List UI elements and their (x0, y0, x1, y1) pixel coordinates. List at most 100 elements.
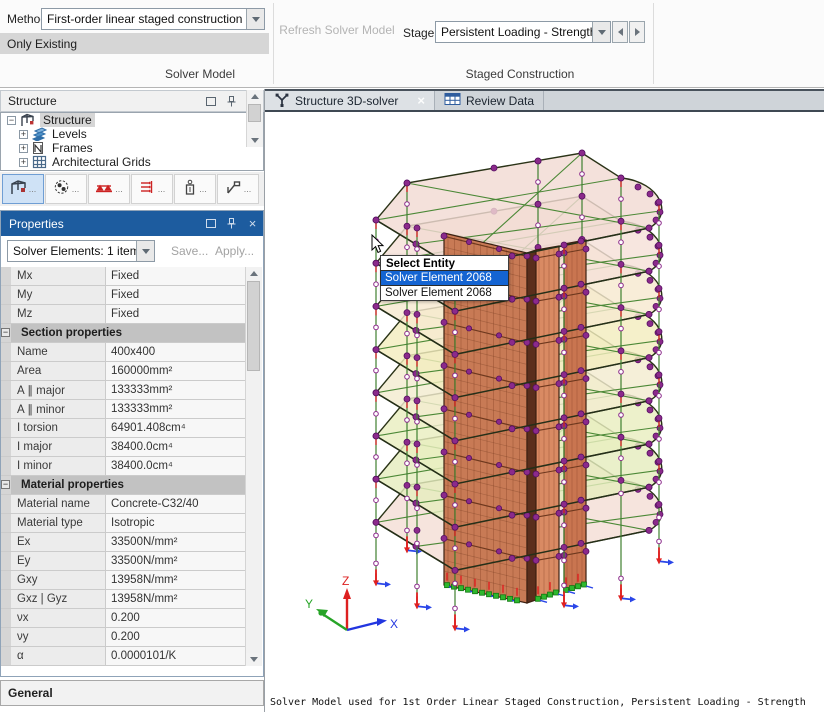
collapse-icon[interactable]: − (7, 116, 16, 125)
toolbar-button-slab-circle[interactable]: ... (45, 174, 87, 204)
stage-previous-button[interactable] (612, 21, 628, 43)
stage-dropdown-arrow[interactable] (592, 22, 610, 42)
save-button[interactable]: Save... (171, 244, 208, 258)
scroll-down-icon[interactable] (247, 134, 262, 147)
properties-table: MxFixedMyFixedMzFixed−Section properties… (1, 267, 247, 666)
property-group-label: Material properties (11, 476, 247, 494)
toolbar-button-loads[interactable]: ... (131, 174, 173, 204)
general-section-header[interactable]: General (0, 680, 264, 706)
tab-review-data[interactable]: Review Data (435, 91, 544, 110)
collapse-icon[interactable]: − (1, 480, 10, 489)
row-margin (1, 590, 11, 608)
property-label: Gxz | Gyz (11, 590, 106, 608)
property-row-i-torsion: I torsion64901.408cm⁴ (1, 419, 247, 438)
levels-icon (32, 127, 48, 141)
scrollbar-thumb[interactable] (247, 281, 260, 371)
property-label: Name (11, 343, 106, 361)
tree-item-architectural-grids[interactable]: +Architectural Grids (1, 155, 263, 169)
tooltip-option[interactable]: Solver Element 2068 (381, 285, 508, 300)
tree-item-structure[interactable]: − Structure (1, 113, 263, 127)
row-margin (1, 457, 11, 475)
property-value[interactable]: Isotropic (106, 514, 247, 532)
column-pin-icon (183, 179, 197, 200)
selection-type-dropdown[interactable]: Solver Elements: 1 items (7, 240, 155, 262)
property-label: Mz (11, 305, 106, 323)
maximize-icon[interactable] (205, 96, 216, 107)
left-panel: Structure × − Structure+Levels+Frames+Arc… (0, 89, 265, 712)
property-group-section-properties[interactable]: −Section properties (1, 324, 247, 343)
solver-3d-viewport[interactable]: ZXY Select Entity Solver Element 2068Sol… (265, 112, 824, 690)
tree-item-levels[interactable]: +Levels (1, 127, 263, 141)
structure-tree: − Structure+Levels+Frames+Architectural G… (0, 112, 264, 171)
property-value[interactable]: 133333mm² (106, 400, 247, 418)
row-margin: − (1, 476, 11, 494)
maximize-icon[interactable] (205, 218, 216, 229)
structure-frame-icon (10, 179, 27, 200)
main-area: Structure 3D-solver×Review Data ZXY Sele… (265, 89, 824, 712)
toolbar-button-column-pin[interactable]: ... (174, 174, 216, 204)
axis-triad: ZXY (305, 574, 398, 631)
pin-icon[interactable] (226, 218, 237, 229)
toolbar-button-bracing[interactable]: ... (217, 174, 259, 204)
tree-scrollbar[interactable] (246, 90, 263, 147)
pin-icon[interactable] (226, 96, 237, 107)
properties-selector-row: Solver Elements: 1 items Save... Apply..… (1, 236, 263, 267)
apply-button[interactable]: Apply... (215, 244, 254, 258)
property-value[interactable]: 0.200 (106, 609, 247, 627)
properties-scrollbar[interactable] (245, 267, 262, 666)
stage-next-button[interactable] (629, 21, 645, 43)
toolbar-button-structure-frame[interactable]: ... (2, 174, 44, 204)
method-dropdown-arrow[interactable] (246, 9, 264, 29)
ribbon-separator (653, 3, 654, 84)
scrollbar-thumb[interactable] (248, 104, 261, 122)
row-margin (1, 381, 11, 399)
scroll-down-icon[interactable] (246, 653, 261, 666)
selection-dropdown-arrow[interactable] (136, 241, 154, 261)
property-value[interactable]: 13958N/mm² (106, 571, 247, 589)
ribbon-group-staged-construction: Staged Construction (400, 67, 640, 81)
stage-dropdown[interactable]: Persistent Loading - Strength (435, 21, 611, 43)
property-value[interactable]: Fixed (106, 267, 247, 285)
property-row-a-major: A ∥ major133333mm² (1, 381, 247, 400)
scroll-up-icon[interactable] (246, 267, 261, 280)
tree-item-frames[interactable]: +Frames (1, 141, 263, 155)
property-value[interactable]: 38400.0cm⁴ (106, 457, 247, 475)
property-value[interactable]: 38400.0cm⁴ (106, 438, 247, 456)
property-value[interactable]: 64901.408cm⁴ (106, 419, 247, 437)
method-dropdown[interactable]: First-order linear staged construction (41, 8, 265, 30)
row-margin (1, 495, 11, 513)
row-margin (1, 419, 11, 437)
close-tab-icon[interactable]: × (417, 93, 425, 108)
solver-model-scene[interactable]: ZXY (265, 112, 823, 690)
scroll-up-icon[interactable] (247, 90, 262, 103)
expand-icon[interactable]: + (19, 144, 28, 153)
expand-icon[interactable]: + (19, 158, 28, 167)
method-dropdown-value: First-order linear staged construction (47, 12, 242, 26)
property-value[interactable]: 133333mm² (106, 381, 247, 399)
property-row-a-minor: A ∥ minor133333mm² (1, 400, 247, 419)
ellipsis-label: ... (29, 184, 37, 194)
property-value[interactable]: 13958N/mm² (106, 590, 247, 608)
properties-panel: Properties × Solver Elements: 1 items Sa… (0, 210, 264, 677)
property-value[interactable]: 400x400 (106, 343, 247, 361)
property-value[interactable]: 160000mm² (106, 362, 247, 380)
stage-label: Stage (403, 26, 434, 40)
property-value[interactable]: Fixed (106, 305, 247, 323)
tree-item-label: Structure (40, 113, 95, 127)
property-value[interactable]: Fixed (106, 286, 247, 304)
refresh-solver-model-button[interactable]: Refresh Solver Model (278, 2, 396, 58)
collapse-icon[interactable]: − (1, 328, 10, 337)
expand-icon[interactable]: + (19, 130, 28, 139)
property-group-material-properties[interactable]: −Material properties (1, 476, 247, 495)
close-icon[interactable]: × (247, 218, 258, 229)
only-existing-bar[interactable]: Only Existing (0, 33, 269, 54)
tab-structure-3d-solver[interactable]: Structure 3D-solver× (265, 91, 435, 110)
property-value[interactable]: 33500N/mm² (106, 533, 247, 551)
property-value[interactable]: 0.0000101/K (106, 647, 247, 665)
loads-icon (139, 179, 156, 200)
tooltip-option[interactable]: Solver Element 2068 (381, 271, 508, 285)
property-value[interactable]: 33500N/mm² (106, 552, 247, 570)
property-value[interactable]: 0.200 (106, 628, 247, 646)
toolbar-button-supports[interactable]: ... (88, 174, 130, 204)
property-value[interactable]: Concrete-C32/40 (106, 495, 247, 513)
